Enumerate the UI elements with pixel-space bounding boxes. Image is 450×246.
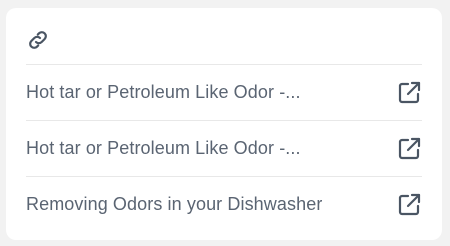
list-item[interactable]: Hot tar or Petroleum Like Odor -... bbox=[26, 64, 422, 120]
link-label[interactable]: Removing Odors in your Dishwasher bbox=[26, 194, 322, 215]
related-links-card: Hot tar or Petroleum Like Odor -... Hot … bbox=[6, 8, 442, 240]
external-link-icon[interactable] bbox=[396, 192, 422, 218]
link-label[interactable]: Hot tar or Petroleum Like Odor -... bbox=[26, 82, 301, 103]
list-item[interactable]: Hot tar or Petroleum Like Odor -... bbox=[26, 120, 422, 176]
list-item[interactable]: Removing Odors in your Dishwasher bbox=[26, 176, 422, 232]
link-icon bbox=[26, 28, 50, 52]
link-list: Hot tar or Petroleum Like Odor -... Hot … bbox=[26, 64, 422, 232]
external-link-icon[interactable] bbox=[396, 80, 422, 106]
link-label[interactable]: Hot tar or Petroleum Like Odor -... bbox=[26, 138, 301, 159]
external-link-icon[interactable] bbox=[396, 136, 422, 162]
